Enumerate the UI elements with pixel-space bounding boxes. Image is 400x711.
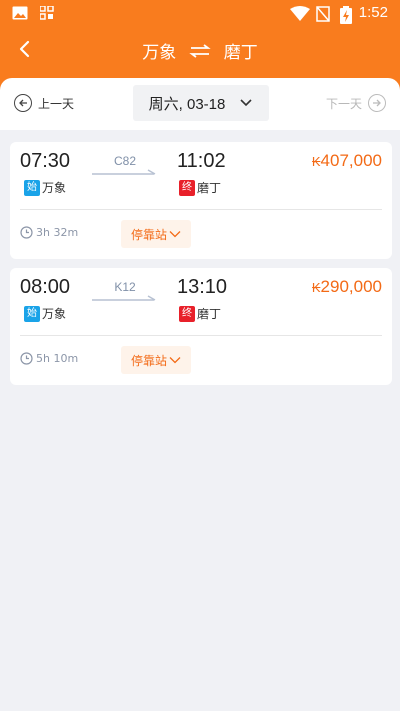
trip-card[interactable]: 08:00 K12 13:10 ₭290,000 始 万象 终 磨丁 5h 10… <box>10 268 392 385</box>
currency-symbol: ₭ <box>311 280 321 295</box>
wifi-icon <box>290 6 310 21</box>
next-day-button[interactable]: 下一天 <box>326 94 386 112</box>
trip-duration: 5h 10m <box>20 352 78 365</box>
chevron-down-icon <box>169 231 181 238</box>
stops-label: 停靠站 <box>130 353 167 368</box>
departure-time: 08:00 <box>20 276 71 298</box>
arrival-station: 终 磨丁 <box>179 179 221 196</box>
ticket-price: ₭290,000 <box>312 277 382 297</box>
date-selector[interactable]: 周六, 03-18 <box>133 85 269 121</box>
currency-symbol: ₭ <box>311 154 321 169</box>
divider <box>20 335 382 336</box>
chevron-down-icon <box>240 99 252 107</box>
start-badge: 始 <box>24 179 40 196</box>
route-title: 万象 磨丁 <box>0 38 400 63</box>
duration-text: 3h 32m <box>36 226 79 239</box>
next-day-label: 下一天 <box>325 96 362 111</box>
navbar: 万象 磨丁 <box>0 32 400 72</box>
end-badge: 终 <box>179 305 195 322</box>
selected-date: 周六, 03-18 <box>148 95 226 113</box>
clock-icon <box>20 226 33 239</box>
train-number: C82 <box>113 154 136 168</box>
trip-duration: 3h 32m <box>20 226 78 239</box>
arrival-station: 终 磨丁 <box>179 305 221 322</box>
arrow-left-circle-icon <box>14 94 32 112</box>
date-bar: 上一天 周六, 03-18 下一天 <box>0 78 400 130</box>
end-badge: 终 <box>179 179 195 196</box>
gallery-icon <box>12 6 28 20</box>
arrival-station-name: 磨丁 <box>197 307 222 321</box>
destination-label: 磨丁 <box>223 43 258 62</box>
arrow-right-circle-icon <box>368 94 386 112</box>
previous-day-button[interactable]: 上一天 <box>14 94 74 112</box>
duration-text: 5h 10m <box>36 352 79 365</box>
ticket-price: ₭407,000 <box>312 151 382 171</box>
no-signal-icon <box>316 6 330 22</box>
price-amount: 407,000 <box>320 151 382 170</box>
trip-card[interactable]: 07:30 C82 11:02 ₭407,000 始 万象 终 磨丁 3h 32… <box>10 142 392 259</box>
swap-direction-icon[interactable] <box>189 43 211 58</box>
stops-button[interactable]: 停靠站 <box>121 220 191 248</box>
apps-icon <box>40 6 54 20</box>
departure-station-name: 万象 <box>42 181 67 195</box>
battery-charging-icon <box>340 6 352 24</box>
departure-station-name: 万象 <box>42 307 67 321</box>
arrival-time: 11:02 <box>177 150 226 172</box>
previous-day-label: 上一天 <box>38 96 75 111</box>
arrival-time: 13:10 <box>177 276 228 298</box>
departure-station: 始 万象 <box>24 179 66 196</box>
direction-arrow-icon <box>92 295 156 301</box>
departure-station: 始 万象 <box>24 305 66 322</box>
direction-arrow-icon <box>92 169 156 175</box>
chevron-down-icon <box>169 357 181 364</box>
departure-time: 07:30 <box>20 150 71 172</box>
clock: 1:52 <box>358 4 388 21</box>
clock-icon <box>20 352 33 365</box>
origin-label: 万象 <box>142 43 177 62</box>
stops-button[interactable]: 停靠站 <box>121 346 191 374</box>
train-number: K12 <box>114 280 136 294</box>
start-badge: 始 <box>24 305 40 322</box>
stops-label: 停靠站 <box>130 227 167 242</box>
status-bar: 1:52 <box>0 0 400 28</box>
price-amount: 290,000 <box>320 277 382 296</box>
arrival-station-name: 磨丁 <box>197 181 222 195</box>
divider <box>20 209 382 210</box>
